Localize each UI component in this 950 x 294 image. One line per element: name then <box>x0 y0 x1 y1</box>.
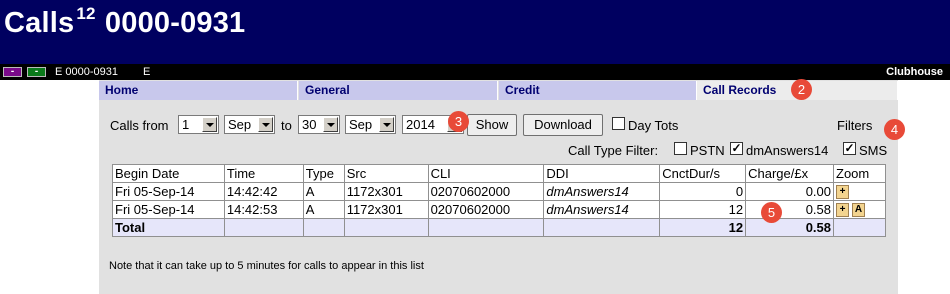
cell-type: A <box>302 200 345 219</box>
sms-checkbox[interactable]: ✓ <box>843 142 856 155</box>
chevron-down-icon <box>202 117 217 132</box>
download-button[interactable]: Download <box>523 114 603 136</box>
cell-duration: 0 <box>659 182 747 201</box>
col-type[interactable]: Type <box>302 164 345 183</box>
cell-cli: 02070602000 <box>427 182 545 201</box>
page-title: Calls 12 0000-0931 <box>4 4 246 39</box>
check-icon: ✓ <box>844 141 855 155</box>
total-charge: 0.58 <box>745 218 834 237</box>
table-row: Fri 05-Sep-14 14:42:42 A 1172x301 020706… <box>112 182 886 201</box>
cell-duration: 12 <box>659 200 747 219</box>
annotation-badge-4: 4 <box>884 119 905 140</box>
cell-time: 14:42:53 <box>223 200 304 219</box>
cell-time: 14:42:42 <box>223 182 304 201</box>
call-records-table: Begin Date Time Type Src CLI DDI CnctDur… <box>112 164 886 237</box>
col-zoom: Zoom <box>833 164 886 183</box>
tab-credit[interactable]: Credit <box>499 81 697 100</box>
cell-src: 1172x301 <box>343 200 429 219</box>
col-src[interactable]: Src <box>343 164 429 183</box>
main-content: Home General Credit Call Records 2 Calls… <box>99 79 905 294</box>
collapse-green-button[interactable]: - <box>27 67 46 77</box>
cell-ddi: dmAnswers14 <box>543 182 661 201</box>
account-flag: E <box>143 66 151 78</box>
annotation-badge-3: 3 <box>448 111 469 132</box>
annotation-badge-2: 2 <box>791 79 812 100</box>
nav-tabs: Home General Credit Call Records <box>99 81 898 101</box>
dmanswers-checkbox[interactable]: ✓ <box>730 142 743 155</box>
cell-charge: 0.58 <box>745 200 834 219</box>
total-empty-cell <box>302 218 345 237</box>
clubhouse-label[interactable]: Clubhouse <box>886 66 943 78</box>
total-label: Total <box>112 218 225 237</box>
zoom-plus-icon[interactable]: + <box>836 185 849 200</box>
day-tots-label: Day Tots <box>628 118 679 133</box>
account-id: E 0000-0931 <box>55 66 118 78</box>
to-day-select[interactable]: 30 <box>298 115 340 134</box>
from-month-select[interactable]: Sep <box>224 115 275 134</box>
cell-src: 1172x301 <box>343 182 429 201</box>
delay-note: Note that it can take up to 5 minutes fo… <box>109 260 424 272</box>
cell-zoom: + A <box>833 200 886 219</box>
cell-date: Fri 05-Sep-14 <box>112 200 225 219</box>
annotation-badge-5: 5 <box>761 202 782 223</box>
chevron-down-icon <box>258 117 273 132</box>
to-label: to <box>281 118 292 133</box>
tab-home[interactable]: Home <box>99 81 298 100</box>
calls-count: 12 <box>76 4 96 23</box>
dmanswers-label: dmAnswers14 <box>746 143 829 158</box>
total-duration: 12 <box>659 218 747 237</box>
to-month-select[interactable]: Sep <box>345 115 396 134</box>
day-tots-checkbox[interactable] <box>612 117 625 130</box>
total-empty-cell <box>427 218 545 237</box>
col-time[interactable]: Time <box>223 164 304 183</box>
cell-date: Fri 05-Sep-14 <box>112 182 225 201</box>
cell-zoom: + <box>833 182 886 201</box>
from-day-select[interactable]: 1 <box>178 115 219 134</box>
collapse-purple-button[interactable]: - <box>3 67 22 77</box>
chevron-down-icon <box>379 117 394 132</box>
col-ddi[interactable]: DDI <box>543 164 661 183</box>
col-cli[interactable]: CLI <box>427 164 545 183</box>
filters-link[interactable]: Filters <box>837 118 872 133</box>
tab-general[interactable]: General <box>299 81 498 100</box>
call-type-filter-label: Call Type Filter: <box>568 143 659 158</box>
table-header-row: Begin Date Time Type Src CLI DDI CnctDur… <box>112 164 886 183</box>
col-duration[interactable]: CnctDur/s <box>659 164 747 183</box>
status-bar: - - E 0000-0931 E Clubhouse <box>0 64 950 80</box>
cell-cli: 02070602000 <box>427 200 545 219</box>
cell-type: A <box>302 182 345 201</box>
col-begin-date[interactable]: Begin Date <box>112 164 225 183</box>
pstn-checkbox[interactable] <box>674 142 687 155</box>
total-empty-cell <box>343 218 429 237</box>
col-charge[interactable]: Charge/£x <box>745 164 834 183</box>
zoom-audio-icon[interactable]: A <box>852 203 865 218</box>
sms-label: SMS <box>859 143 888 158</box>
total-empty-cell <box>223 218 304 237</box>
pstn-label: PSTN <box>690 143 725 158</box>
chevron-down-icon <box>323 117 338 132</box>
cell-charge: 0.00 <box>745 182 834 201</box>
calls-from-label: Calls from <box>110 118 169 133</box>
cell-ddi: dmAnswers14 <box>543 200 661 219</box>
total-empty-cell <box>833 218 886 237</box>
zoom-plus-icon[interactable]: + <box>836 203 849 218</box>
check-icon: ✓ <box>731 141 742 155</box>
show-button[interactable]: Show <box>467 114 517 136</box>
total-empty-cell <box>543 218 661 237</box>
app-header: Calls 12 0000-0931 <box>0 0 950 64</box>
